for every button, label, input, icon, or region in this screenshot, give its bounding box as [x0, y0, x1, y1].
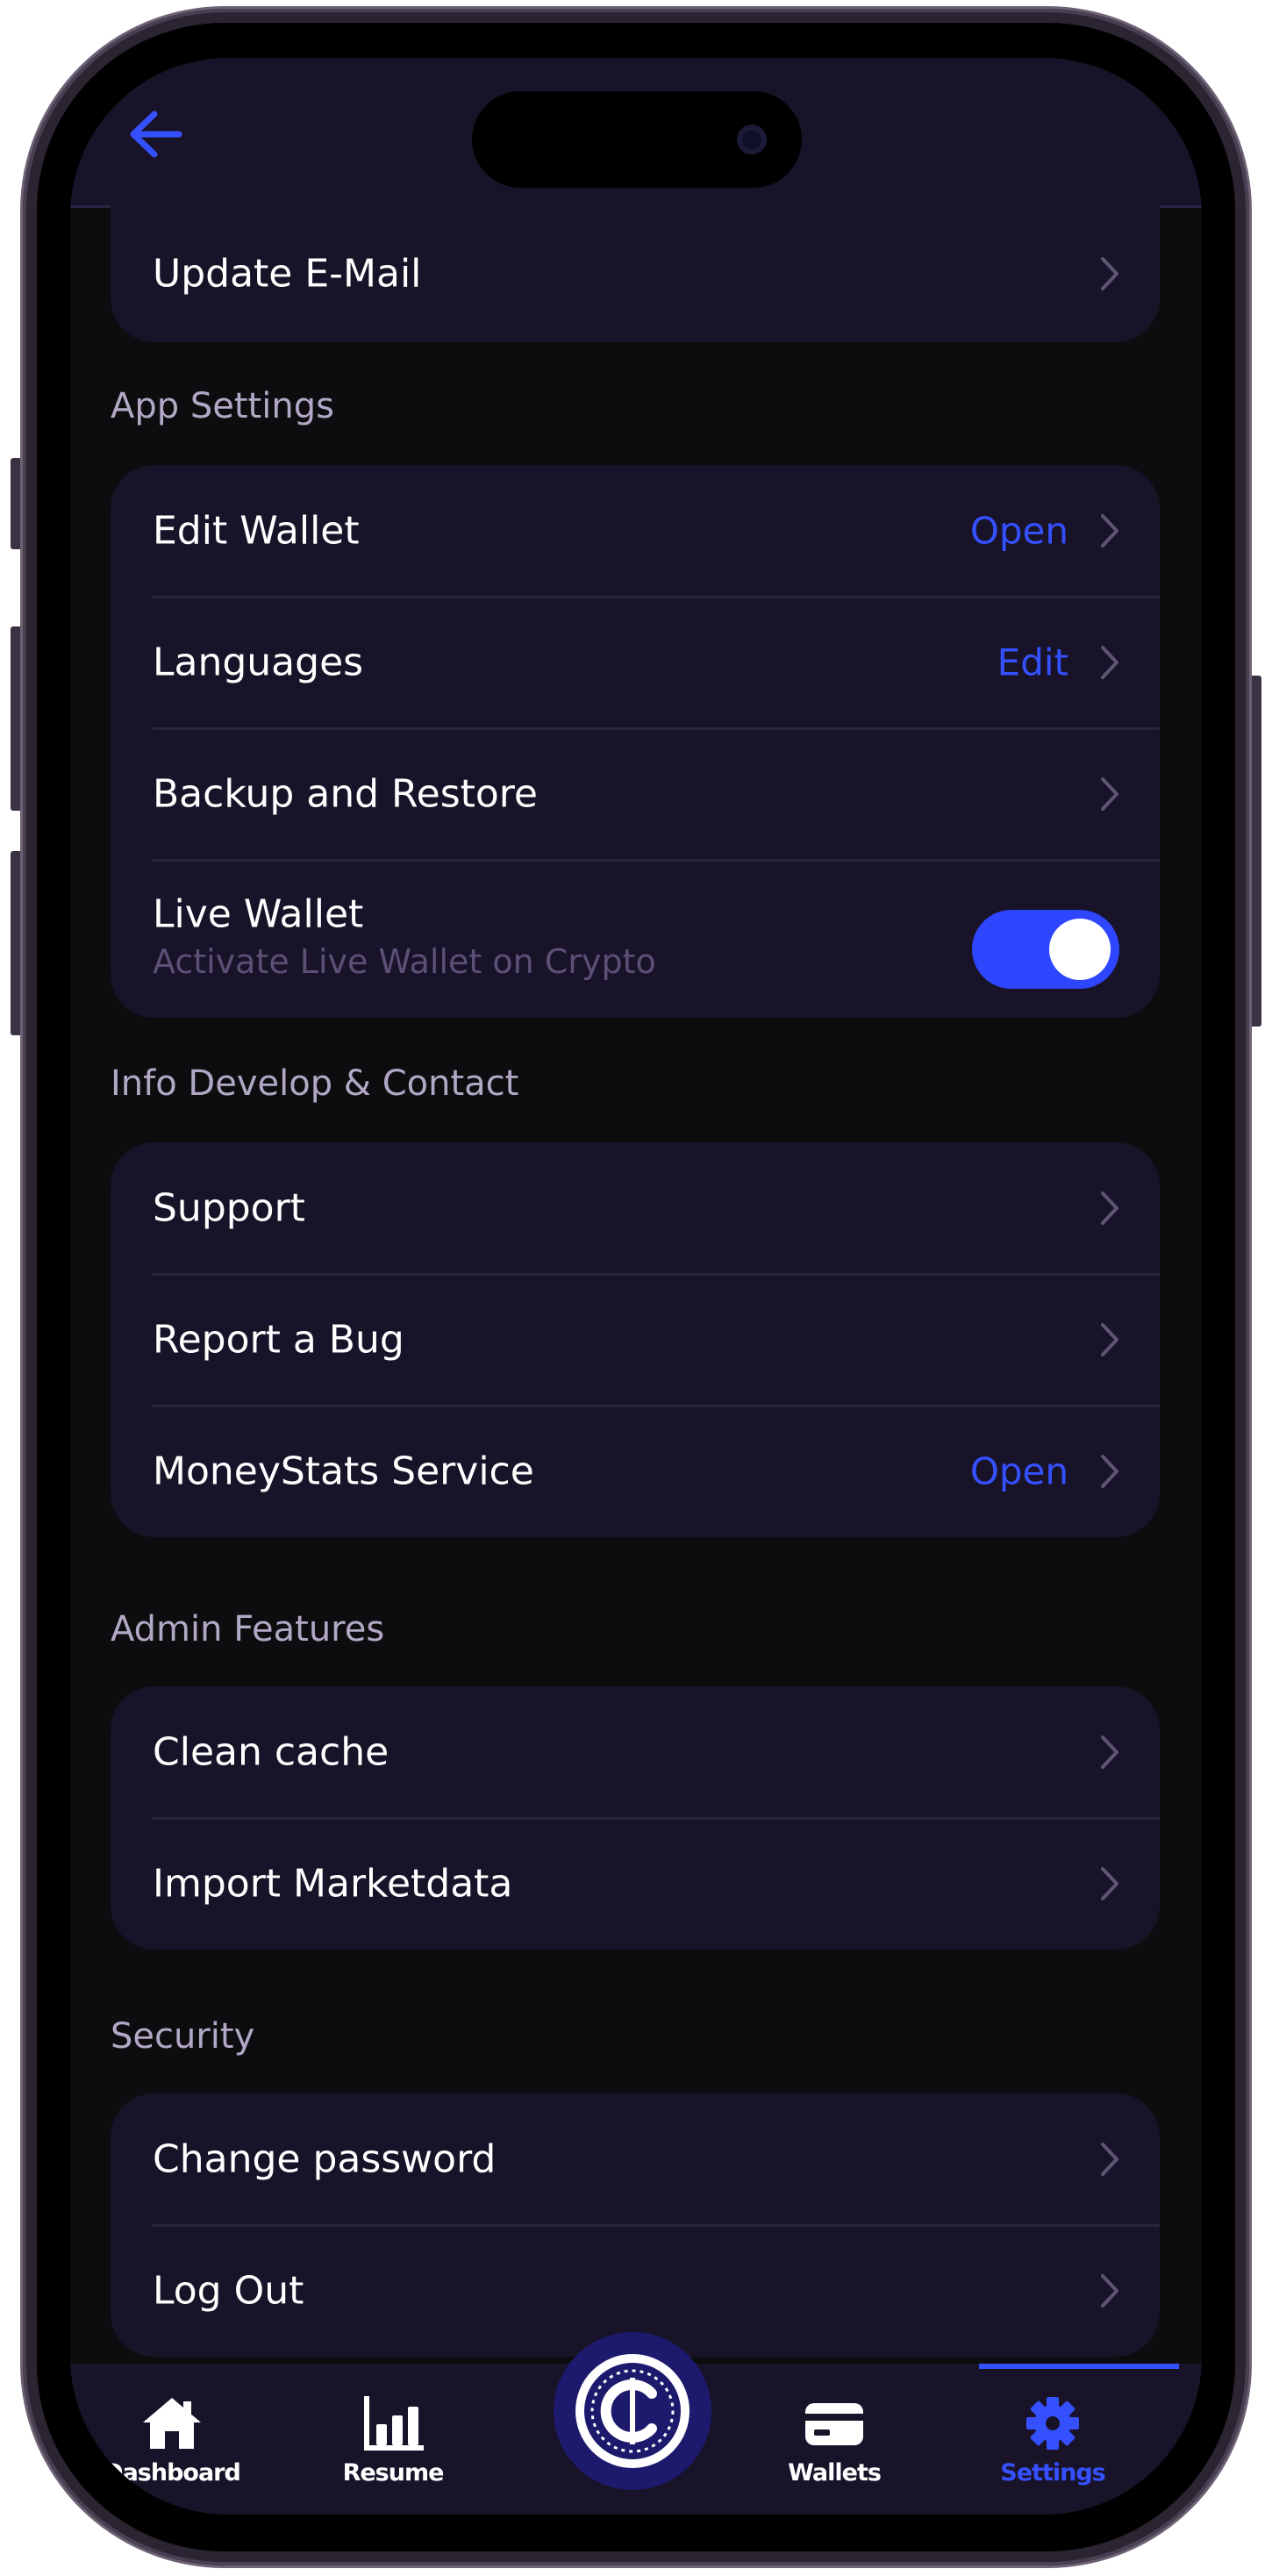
- section-title-security: Security: [111, 2016, 255, 2057]
- chevron-right-icon: [1101, 1735, 1118, 1769]
- toggle-knob: [1049, 919, 1111, 980]
- support-row[interactable]: Support: [111, 1142, 1160, 1274]
- wallet-card-icon: [805, 2403, 863, 2445]
- clean-cache-row[interactable]: Clean cache: [111, 1686, 1160, 1818]
- bar-chart-icon: [364, 2396, 424, 2451]
- chevron-right-icon: [1101, 777, 1118, 811]
- camera-icon: [737, 125, 767, 154]
- moneystats-label: MoneyStats Service: [153, 1449, 534, 1494]
- section-title-admin: Admin Features: [111, 1609, 385, 1649]
- coin-logo-icon: [575, 2354, 690, 2468]
- chevron-right-icon: [1101, 1867, 1118, 1900]
- tab-dashboard[interactable]: Dashboard: [84, 2394, 260, 2487]
- clean-cache-label: Clean cache: [153, 1729, 389, 1775]
- chevron-right-icon: [1101, 257, 1118, 290]
- coin-logo-button[interactable]: [554, 2332, 711, 2490]
- update-email-row[interactable]: Update E-Mail: [111, 205, 1160, 342]
- edit-wallet-label: Edit Wallet: [153, 508, 360, 554]
- live-wallet-row: Live Wallet Activate Live Wallet on Cryp…: [111, 860, 1160, 1018]
- chevron-right-icon: [1101, 2143, 1118, 2176]
- backup-restore-label: Backup and Restore: [153, 771, 538, 817]
- tab-dashboard-label: Dashboard: [104, 2459, 241, 2487]
- section-title-app-settings: App Settings: [111, 386, 334, 426]
- report-bug-label: Report a Bug: [153, 1317, 404, 1363]
- backup-restore-row[interactable]: Backup and Restore: [111, 728, 1160, 860]
- side-button-power: [1249, 676, 1261, 1027]
- log-out-label: Log Out: [153, 2268, 304, 2314]
- tab-wallets[interactable]: Wallets: [747, 2394, 922, 2487]
- side-button-volume-up: [11, 626, 23, 811]
- chevron-right-icon: [1101, 1191, 1118, 1225]
- change-password-label: Change password: [153, 2136, 497, 2182]
- section-title-info: Info Develop & Contact: [111, 1063, 519, 1104]
- change-password-row[interactable]: Change password: [111, 2093, 1160, 2225]
- tab-wallets-label: Wallets: [788, 2459, 882, 2487]
- chevron-right-icon: [1101, 646, 1118, 679]
- bottom-tab-bar: Dashboard Resume Wallets Settings: [70, 2332, 1202, 2515]
- live-wallet-subtitle: Activate Live Wallet on Crypto: [153, 942, 656, 981]
- report-bug-row[interactable]: Report a Bug: [111, 1274, 1160, 1406]
- languages-action[interactable]: Edit: [997, 641, 1068, 684]
- edit-wallet-row[interactable]: Edit Wallet Open: [111, 465, 1160, 597]
- side-button-mute: [11, 458, 23, 549]
- gear-icon: [1026, 2397, 1079, 2450]
- edit-wallet-action[interactable]: Open: [970, 510, 1068, 553]
- home-icon: [143, 2398, 201, 2449]
- tab-settings[interactable]: Settings: [965, 2394, 1140, 2487]
- support-label: Support: [153, 1185, 305, 1231]
- dynamic-island: [472, 91, 802, 188]
- import-marketdata-label: Import Marketdata: [153, 1861, 513, 1907]
- admin-card: Clean cache Import Marketdata: [111, 1686, 1160, 1950]
- moneystats-row[interactable]: MoneyStats Service Open: [111, 1406, 1160, 1537]
- tab-settings-label: Settings: [1000, 2459, 1105, 2487]
- info-card: Support Report a Bug MoneyStats Service …: [111, 1142, 1160, 1537]
- tab-resume-label: Resume: [342, 2459, 445, 2487]
- active-tab-indicator: [979, 2364, 1179, 2369]
- chevron-right-icon: [1101, 1323, 1118, 1356]
- chevron-right-icon: [1101, 2274, 1118, 2308]
- moneystats-action[interactable]: Open: [970, 1450, 1068, 1493]
- live-wallet-label: Live Wallet: [153, 891, 364, 937]
- update-email-label: Update E-Mail: [153, 251, 422, 297]
- languages-label: Languages: [153, 640, 364, 685]
- languages-row[interactable]: Languages Edit: [111, 597, 1160, 728]
- app-settings-card: Edit Wallet Open Languages Edit Backup a…: [111, 465, 1160, 1018]
- import-marketdata-row[interactable]: Import Marketdata: [111, 1818, 1160, 1950]
- account-card: Update E-Mail: [111, 205, 1160, 342]
- live-wallet-toggle[interactable]: [972, 910, 1119, 989]
- chevron-right-icon: [1101, 1455, 1118, 1488]
- arrow-left-icon[interactable]: [125, 104, 186, 165]
- top-bar: [70, 58, 1202, 208]
- security-card: Change password Log Out: [111, 2093, 1160, 2357]
- chevron-right-icon: [1101, 514, 1118, 547]
- side-button-volume-down: [11, 851, 23, 1035]
- screen: Update E-Mail App Settings Edit Wallet O…: [70, 58, 1202, 2515]
- tab-resume[interactable]: Resume: [305, 2394, 481, 2487]
